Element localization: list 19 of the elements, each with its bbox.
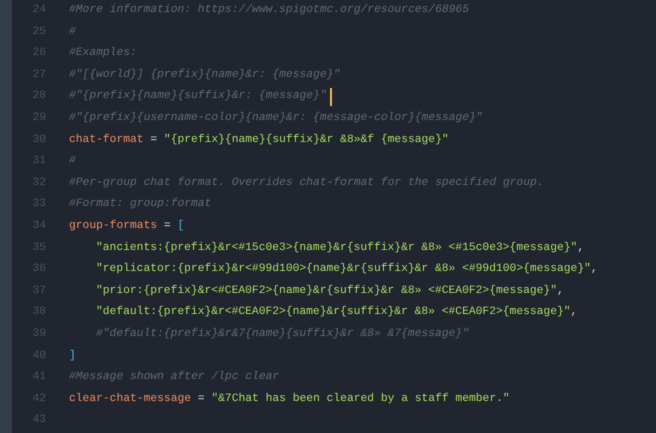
code-line: ]: [69, 348, 76, 364]
code-line: #Per-group chat format. Overrides chat-format for the specified group.: [69, 176, 544, 191]
code-line: #: [69, 24, 76, 40]
code-line: #More information: https://www.spigotmc.org/resources/68965: [69, 2, 469, 18]
code-line: #"{prefix}{name}{suffix}&r: {message}": [69, 88, 327, 104]
code-line: "replicator:{prefix}&r<#99d100>{name}&r{suffix}&r &8» <#99d100>{message}",: [95, 262, 598, 278]
code-line: #"{prefix}{username-color}{name}&r: {message-color}{message}": [69, 110, 483, 126]
code-line: #Message shown after /lpc clear: [69, 370, 280, 386]
code-line: #Format: group:format: [69, 196, 212, 212]
code-line: #: [69, 154, 76, 170]
code-line: chat-format = "{prefix}{name}{suffix}&r &8»&f {message}": [69, 132, 449, 148]
code-line: "prior:{prefix}&r<#CEA0F2>{name}&r{suffix}&r &8» <#CEA0F2>{message}",: [95, 284, 564, 299]
code-line: "default:{prefix}&r<#CEA0F2>{name}&r{suffix}&r &8» <#CEA0F2>{message}",: [95, 304, 578, 320]
code-line: #"[{world}] {prefix}{name}&r: {message}": [69, 68, 340, 83]
code-line: #"default:{prefix}&r&7{name}{suffix}&r &8» &7{message}": [95, 326, 469, 342]
code-line: #Examples:: [69, 46, 137, 62]
code-line: group-formats = [: [69, 218, 184, 234]
code-line: "ancients:{prefix}&r<#15c0e3>{name}&r{suffix}&r &8» <#15c0e3>{message}",: [95, 240, 584, 256]
code-line: clear-chat-message = "&7Chat has been cleared by a staff member.": [69, 392, 510, 407]
